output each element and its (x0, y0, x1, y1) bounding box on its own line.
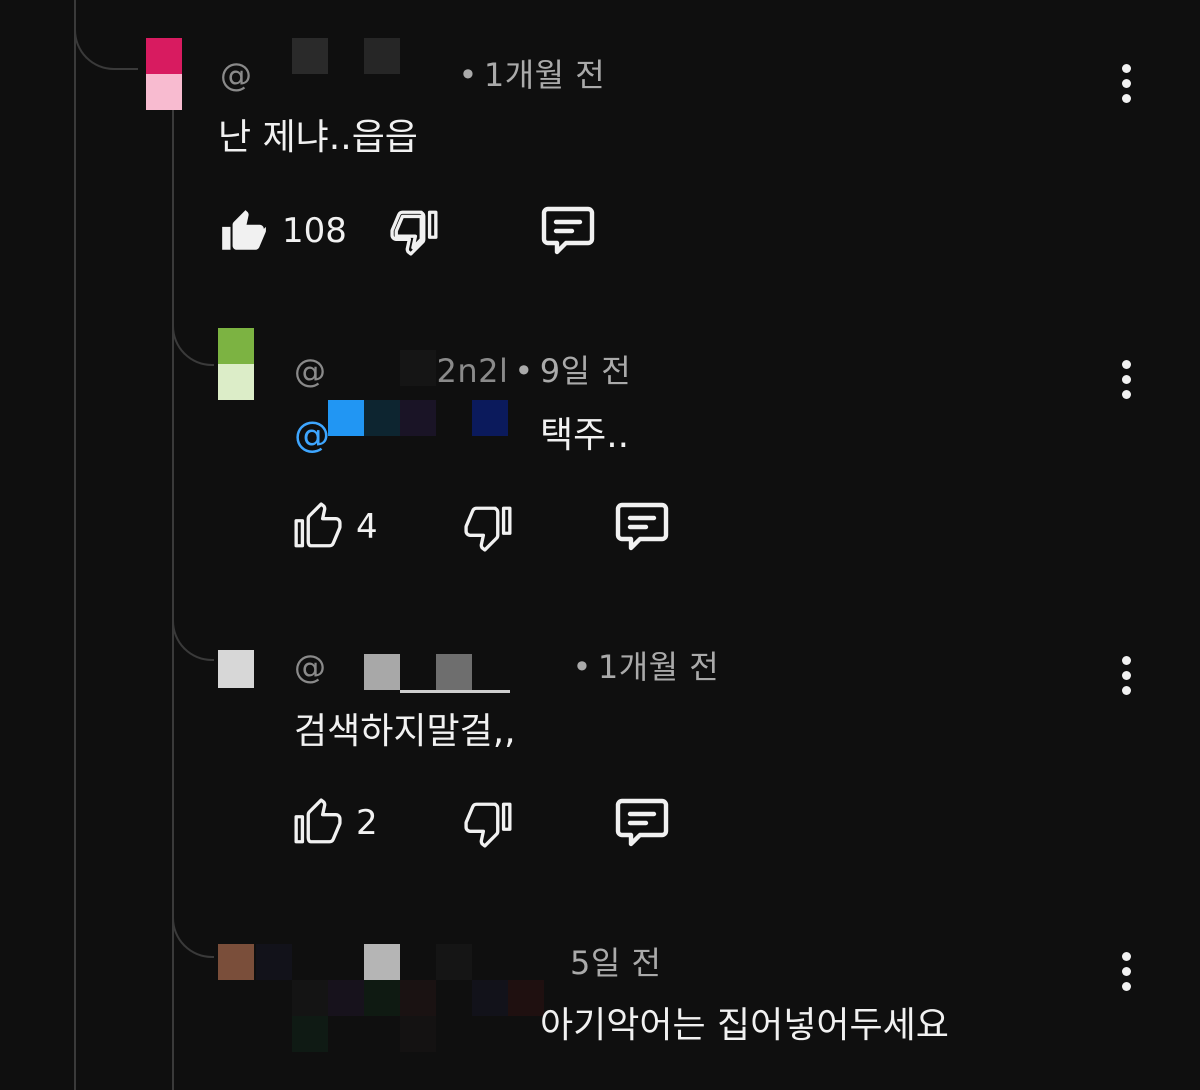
comment-text: 검색하지말걸,, (294, 711, 516, 752)
avatar[interactable] (218, 328, 254, 400)
thread-curve (172, 912, 214, 958)
redaction-block (328, 400, 364, 436)
dislike-button[interactable] (464, 500, 514, 554)
redaction-block (508, 980, 544, 1016)
redaction-block (328, 980, 364, 1016)
comment-time[interactable]: 5일 전 (570, 938, 661, 984)
reply-button[interactable] (614, 500, 670, 554)
thumbs-down-icon (390, 210, 438, 256)
comment-author[interactable]: @ (220, 56, 253, 94)
avatar-fill (218, 944, 254, 980)
like-button[interactable]: 4 (292, 500, 378, 554)
thumbs-down-icon (464, 802, 512, 848)
redaction-block (256, 944, 292, 980)
thumbs-up-icon (222, 210, 266, 250)
more-vertical-icon[interactable] (1120, 64, 1132, 103)
avatar-top (146, 38, 182, 74)
mention-link[interactable]: @ (294, 415, 330, 456)
redaction-block (472, 980, 508, 1016)
like-button[interactable]: 2 (292, 796, 378, 850)
redaction-block (436, 944, 472, 980)
comment-text: 택주.. (540, 415, 630, 456)
thread-curve (172, 320, 214, 366)
thumbs-down-icon (464, 506, 512, 552)
meta-separator: • (572, 648, 592, 686)
comment-actions: 4 (292, 500, 712, 560)
thumbs-up-icon (294, 502, 342, 548)
redaction-underline (400, 690, 510, 693)
comment-time[interactable]: 1개월 전 (484, 56, 605, 94)
redaction-block (292, 1016, 328, 1052)
redaction-block (400, 350, 436, 386)
redaction-block (292, 980, 328, 1016)
avatar-top (218, 328, 254, 364)
like-count: 108 (282, 211, 347, 251)
redaction-block (400, 400, 436, 436)
reply-comment-icon (541, 206, 595, 255)
redaction-block (364, 38, 400, 74)
comment-text: 난 제냐..읍읍 (218, 117, 418, 158)
redaction-block (400, 980, 436, 1016)
meta-separator: • (458, 56, 478, 94)
reply-comment-icon (615, 502, 669, 551)
comment-time[interactable]: 1개월 전 (598, 648, 719, 686)
redaction-block (292, 38, 328, 74)
redaction-block (436, 654, 472, 690)
thumbs-up-icon (294, 798, 342, 844)
thread-curve (74, 0, 138, 70)
reply-comment-icon (615, 798, 669, 847)
comment-actions: 108 (218, 204, 638, 264)
comment-meta: @2n2l • 9일 전 (294, 346, 631, 392)
comment-text: 아기악어는 집어넣어두세요 (540, 1005, 949, 1046)
meta-separator: • (514, 352, 534, 390)
like-count: 4 (356, 507, 378, 547)
avatar-fill (218, 650, 254, 688)
reply-button[interactable] (540, 204, 596, 258)
reply-button[interactable] (614, 796, 670, 850)
comment-time[interactable]: 9일 전 (540, 352, 631, 390)
thread-line-outer (74, 0, 76, 1090)
more-vertical-icon[interactable] (1120, 952, 1132, 991)
comment-author[interactable]: @ (294, 352, 327, 390)
avatar[interactable] (146, 38, 182, 110)
comment-meta: @ • 1개월 전 (294, 642, 719, 688)
avatar[interactable] (218, 944, 254, 980)
comment-author-tail: 2n2l (436, 352, 509, 390)
redaction-block (364, 980, 400, 1016)
redaction-block (364, 944, 400, 980)
comment-meta: @ • 1개월 전 (220, 50, 605, 96)
comment-actions: 2 (292, 796, 712, 856)
comment-author[interactable]: @ (294, 648, 327, 686)
dislike-button[interactable] (390, 204, 440, 258)
avatar[interactable] (218, 650, 254, 688)
redaction-block (400, 1016, 436, 1052)
more-vertical-icon[interactable] (1120, 656, 1132, 695)
like-count: 2 (356, 803, 378, 843)
thread-line-inner (172, 110, 174, 1090)
redaction-block (364, 400, 400, 436)
redaction-block (364, 654, 400, 690)
dislike-button[interactable] (464, 796, 514, 850)
avatar-bottom (146, 74, 182, 110)
thread-curve (172, 615, 214, 661)
more-vertical-icon[interactable] (1120, 360, 1132, 399)
like-button[interactable]: 108 (218, 204, 347, 258)
avatar-bottom (218, 364, 254, 400)
redaction-block (472, 400, 508, 436)
